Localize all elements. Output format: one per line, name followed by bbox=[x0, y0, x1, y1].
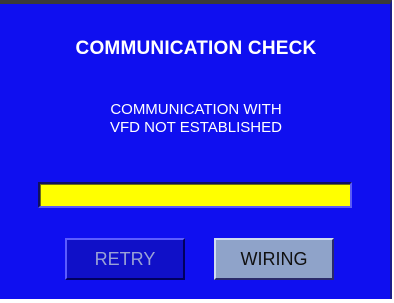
status-message-line-1: COMMUNICATION WITH bbox=[110, 101, 282, 118]
communication-check-panel: COMMUNICATION CHECK COMMUNICATION WITH V… bbox=[0, 0, 392, 299]
communication-status-bar bbox=[38, 182, 352, 208]
dialog-title: COMMUNICATION CHECK bbox=[75, 38, 317, 59]
status-message-line-2: VFD NOT ESTABLISHED bbox=[110, 119, 282, 136]
status-message: COMMUNICATION WITH VFD NOT ESTABLISHED bbox=[0, 101, 392, 137]
retry-button[interactable]: RETRY bbox=[65, 238, 185, 280]
wiring-button[interactable]: WIRING bbox=[214, 238, 334, 280]
